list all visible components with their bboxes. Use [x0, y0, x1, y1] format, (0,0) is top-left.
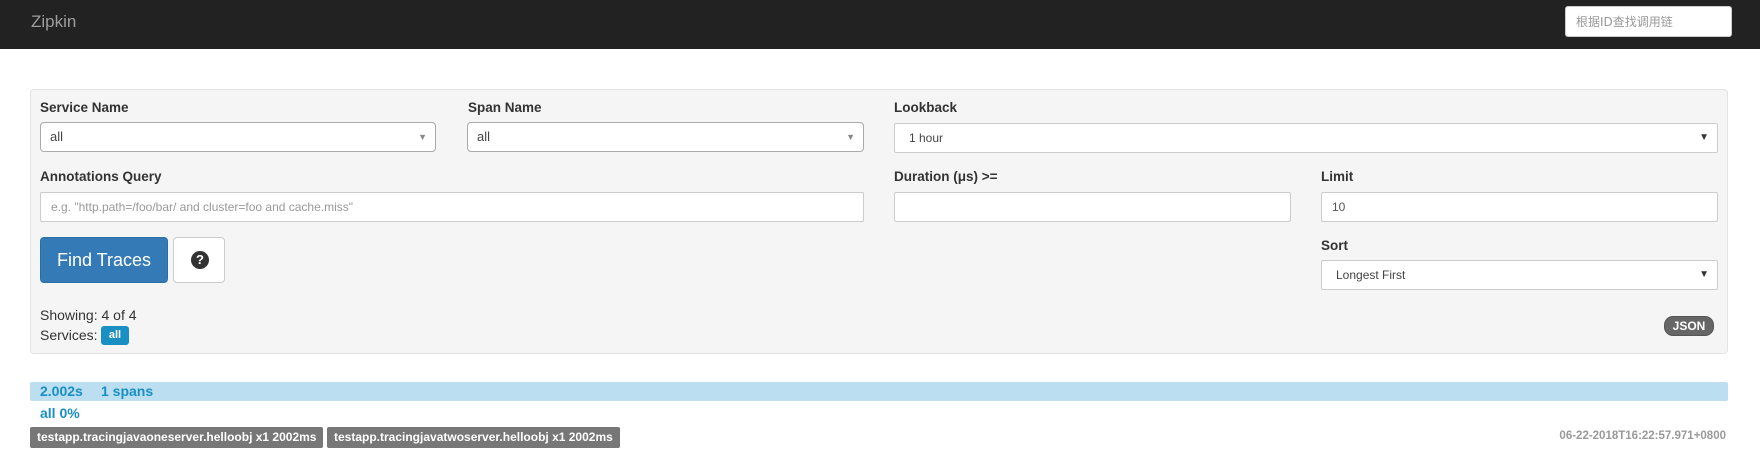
- caret-down-icon: ▼: [418, 132, 427, 142]
- lookback-value: 1 hour: [909, 131, 944, 145]
- sort-value: Longest First: [1336, 268, 1406, 282]
- brand-logo[interactable]: Zipkin: [31, 12, 76, 32]
- trace-id-search-input[interactable]: [1565, 6, 1732, 37]
- services-label: Services:: [40, 327, 98, 343]
- span-name-select[interactable]: all ▼: [467, 122, 864, 152]
- caret-down-icon: ▼: [846, 132, 855, 142]
- service-name-select[interactable]: all ▼: [40, 122, 436, 152]
- annotations-query-label: Annotations Query: [40, 169, 162, 184]
- service-filter-badge[interactable]: all: [101, 326, 129, 345]
- navbar: Zipkin: [0, 0, 1760, 49]
- trace-service-percentage: all 0%: [40, 405, 80, 421]
- trace-span-count: 1 spans: [101, 383, 154, 399]
- service-name-value: all: [50, 129, 64, 144]
- sort-select[interactable]: Longest First ▼: [1321, 260, 1718, 290]
- sort-label: Sort: [1321, 238, 1348, 253]
- service-name-label: Service Name: [40, 100, 129, 115]
- duration-input[interactable]: [894, 192, 1291, 222]
- caret-down-icon: ▼: [1699, 269, 1709, 280]
- find-traces-button[interactable]: Find Traces: [40, 237, 168, 283]
- limit-input[interactable]: [1321, 192, 1718, 222]
- help-button[interactable]: ?: [173, 237, 225, 283]
- showing-count: Showing: 4 of 4: [40, 307, 137, 323]
- trace-timestamp: 06-22-2018T16:22:57.971+0800: [1559, 430, 1726, 442]
- service-tag[interactable]: testapp.tracingjavatwoserver.helloobj x1…: [327, 427, 620, 448]
- span-name-value: all: [477, 129, 491, 144]
- json-button[interactable]: JSON: [1664, 316, 1714, 336]
- lookback-label: Lookback: [894, 100, 958, 115]
- annotations-query-input[interactable]: [40, 192, 864, 222]
- caret-down-icon: ▼: [1699, 132, 1709, 143]
- service-tag[interactable]: testapp.tracingjavaoneserver.helloobj x1…: [30, 427, 324, 448]
- lookback-select[interactable]: 1 hour ▼: [894, 123, 1718, 153]
- trace-duration-bar[interactable]: 2.002s 1 spans: [30, 382, 1728, 401]
- span-name-label: Span Name: [468, 100, 542, 115]
- question-circle-icon: ?: [191, 251, 209, 269]
- limit-label: Limit: [1321, 169, 1354, 184]
- duration-label: Duration (μs) >=: [894, 169, 998, 184]
- trace-duration: 2.002s: [40, 383, 83, 399]
